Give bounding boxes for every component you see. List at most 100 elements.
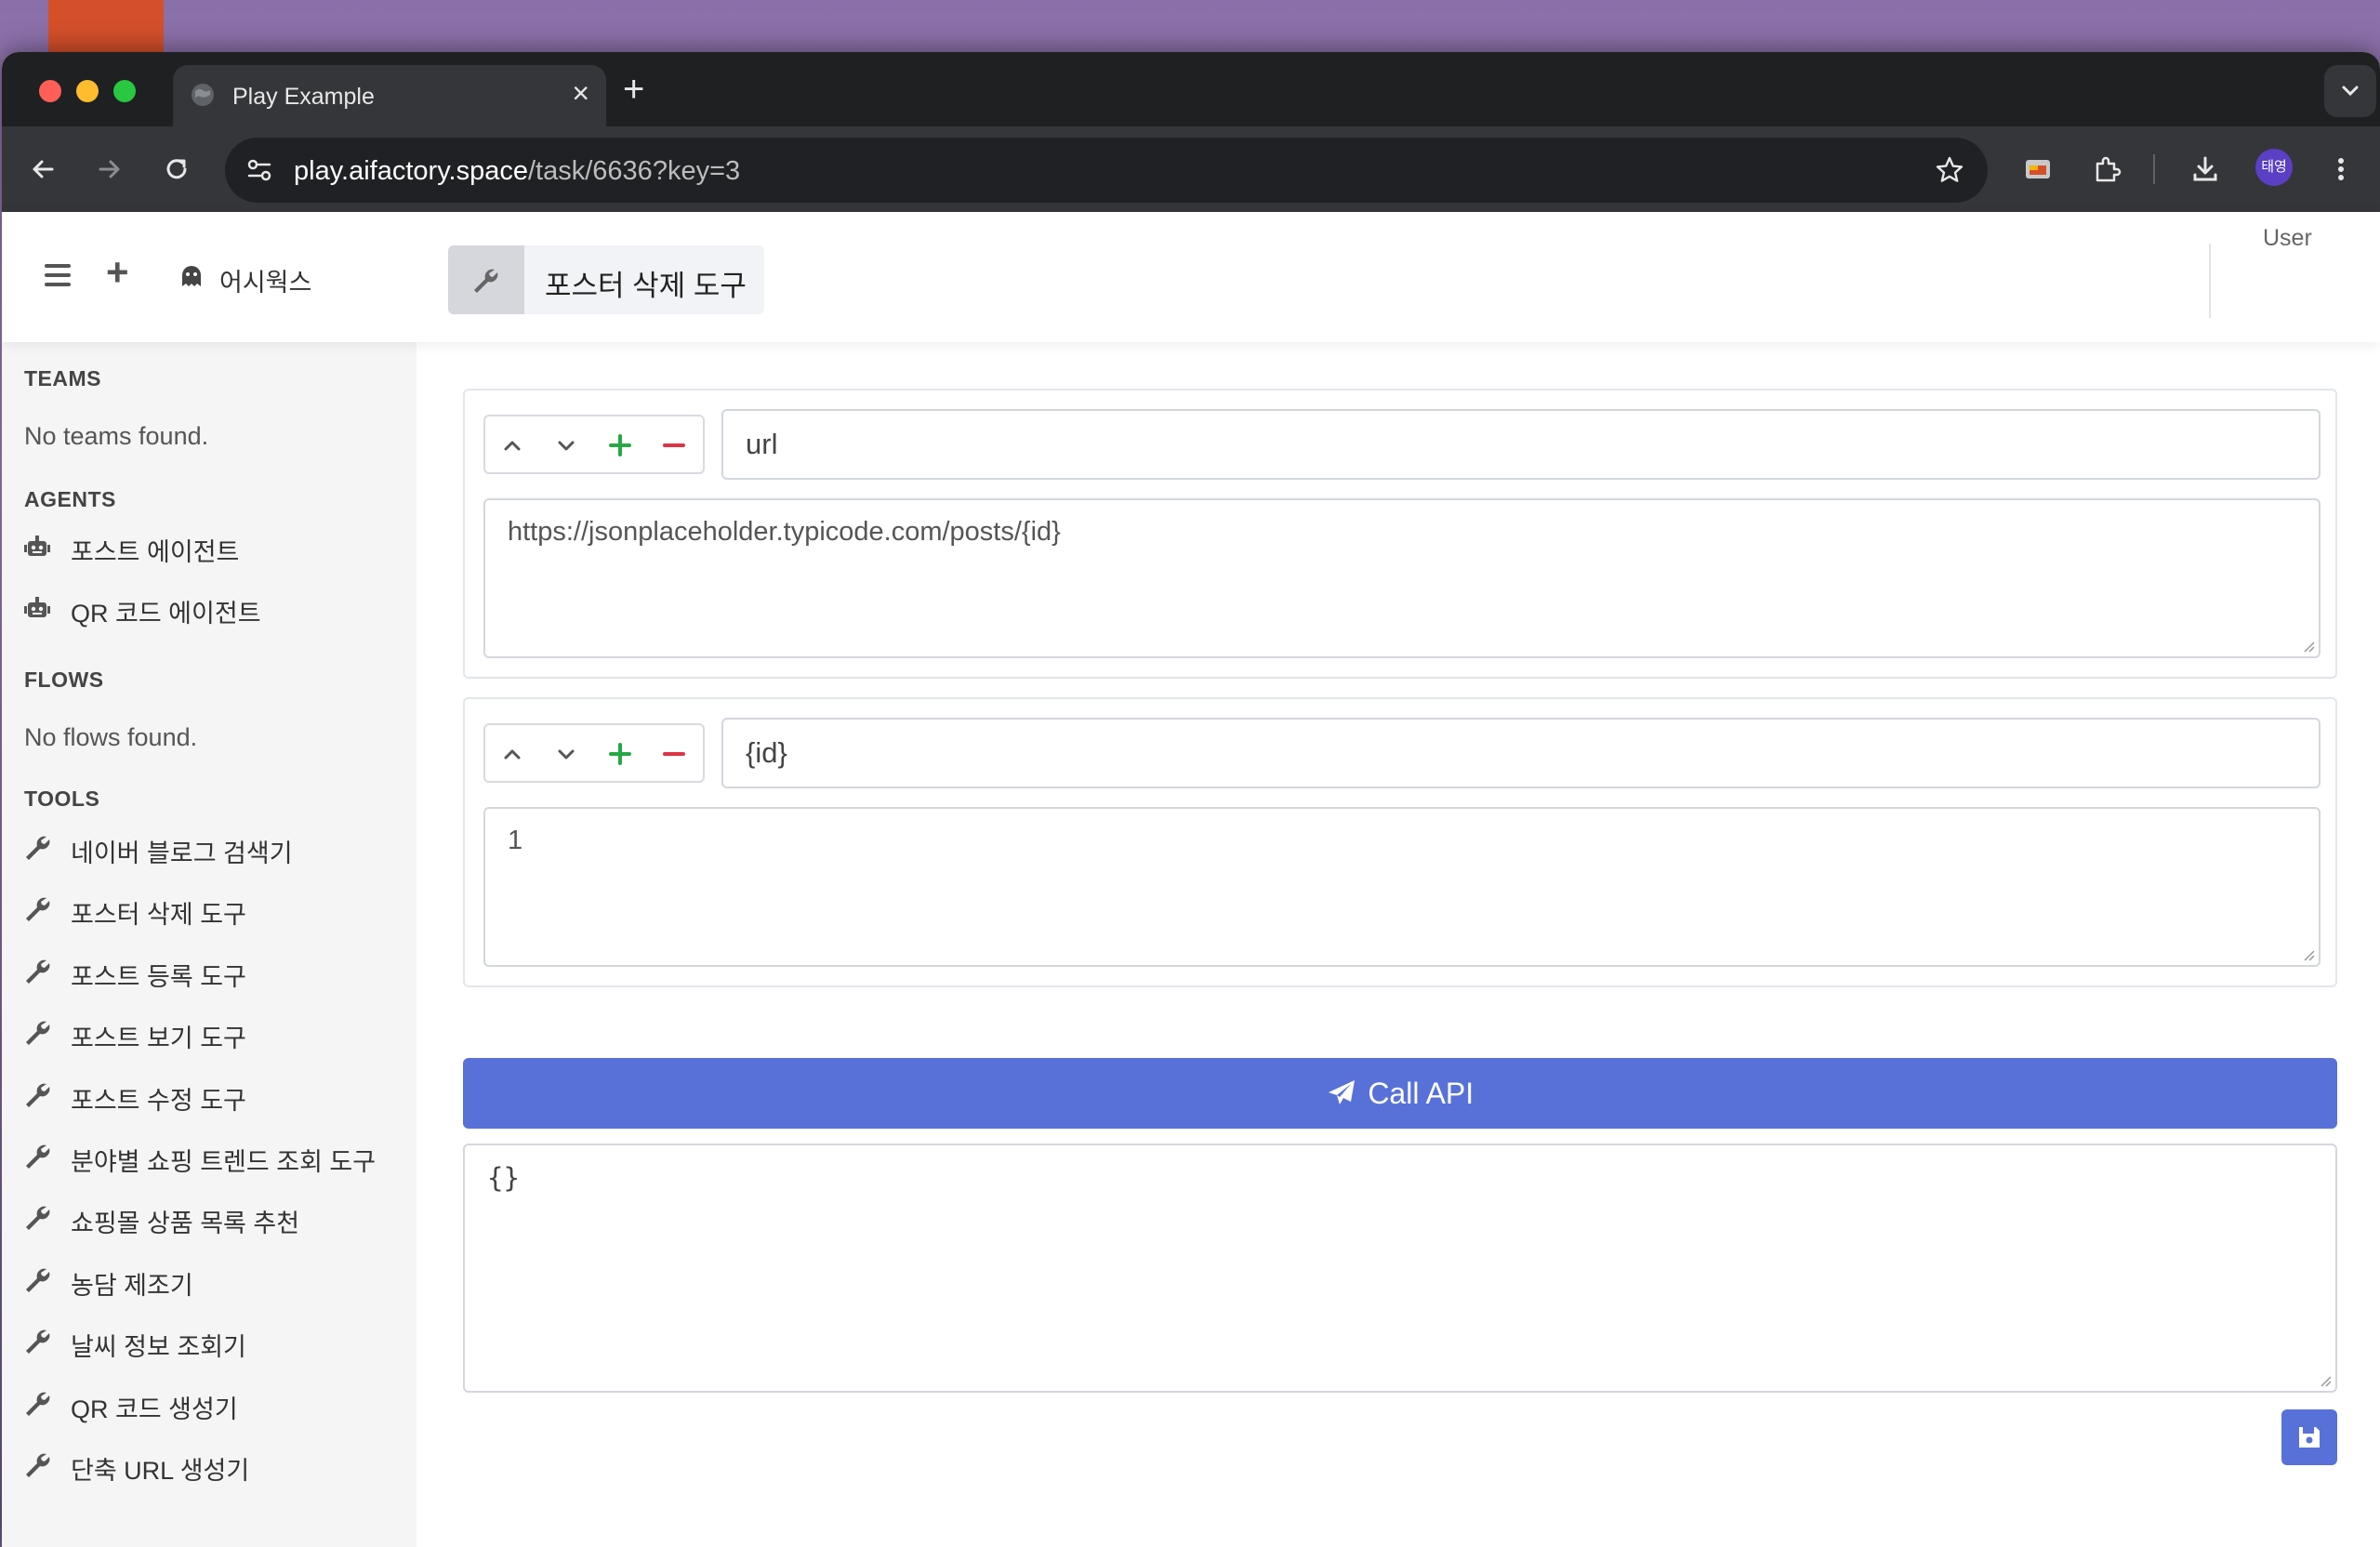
call-api-button[interactable]: Call API: [463, 1058, 2337, 1129]
close-window-button[interactable]: [39, 80, 61, 102]
wrench-icon: [474, 269, 498, 293]
add-button[interactable]: +: [106, 253, 129, 292]
response-output[interactable]: {}: [463, 1144, 2337, 1393]
move-up-icon[interactable]: [498, 740, 526, 768]
url-text: play.aifactory.space/task/6636?key=3: [294, 156, 740, 187]
tab-title: Play Example: [232, 84, 375, 110]
extensions-puzzle-icon[interactable]: [2090, 152, 2123, 186]
wrench-icon: [22, 1265, 52, 1295]
reload-icon[interactable]: [160, 152, 193, 186]
param-value-textarea[interactable]: 1: [483, 807, 2320, 967]
workspace-name[interactable]: 어시웍스: [219, 262, 311, 298]
url-path: /task/6636?key=3: [528, 156, 741, 186]
maximize-window-button[interactable]: [113, 80, 136, 102]
agents-section-title: AGENTS: [24, 487, 116, 511]
sidebar-item-label: QR 코드 생성기: [71, 1395, 238, 1423]
wrench-icon: [22, 1142, 52, 1171]
address-bar[interactable]: play.aifactory.space/task/6636?key=3: [225, 138, 1988, 203]
teams-empty-text: No teams found.: [24, 422, 209, 450]
page-title-text: 포스터 삭제 도구: [545, 270, 747, 302]
sidebar-item-tool[interactable]: 농담 제조기: [22, 1262, 394, 1300]
sidebar-item-label: 네이버 블로그 검색기: [71, 840, 293, 867]
sidebar-item-tool[interactable]: 날씨 정보 조회기: [22, 1323, 394, 1361]
param-value-text: 1: [508, 826, 523, 855]
resize-grip-icon[interactable]: [2302, 948, 2315, 961]
sidebar-item-tool[interactable]: 포스트 등록 도구: [22, 953, 394, 991]
sidebar-item-tool[interactable]: 포스터 삭제 도구: [22, 891, 394, 930]
wrench-icon: [22, 1203, 52, 1233]
back-arrow-icon[interactable]: [26, 152, 60, 186]
resize-grip-icon[interactable]: [2319, 1374, 2332, 1387]
sidebar-item-label: 포스터 삭제 도구: [71, 901, 246, 930]
tools-section-title: TOOLS: [24, 787, 100, 811]
bookmark-star-icon[interactable]: [1934, 154, 1965, 186]
desktop-background-window: [48, 0, 164, 52]
close-tab-icon[interactable]: ×: [572, 78, 589, 108]
paper-plane-icon: [1328, 1080, 1355, 1104]
minimize-window-button[interactable]: [76, 80, 99, 102]
sidebar-item-tool[interactable]: 쇼핑몰 상품 목록 추천: [22, 1199, 394, 1237]
call-api-label: Call API: [1368, 1077, 1474, 1110]
more-menu-icon[interactable]: [2324, 152, 2358, 186]
sidebar-item-label: QR 코드 에이전트: [71, 600, 261, 628]
param-controls: [483, 415, 705, 474]
tab-search-button[interactable]: [2324, 65, 2376, 117]
resize-grip-icon[interactable]: [2302, 640, 2315, 653]
param-key-value: {id}: [746, 736, 787, 769]
robot-icon: [22, 593, 52, 623]
sidebar-item-label: 단축 URL 생성기: [71, 1457, 250, 1485]
response-text: {}: [487, 1162, 520, 1194]
app-header: + 어시웍스 포스터 삭제 도구 User: [2, 212, 2380, 342]
new-tab-button[interactable]: +: [623, 71, 644, 108]
wrench-icon: [22, 1389, 52, 1419]
sidebar-item-label: 포스트 수정 도구: [71, 1086, 246, 1115]
site-settings-icon[interactable]: [244, 154, 275, 186]
flows-empty-text: No flows found.: [24, 723, 198, 751]
sidebar-item-tool[interactable]: 포스트 수정 도구: [22, 1077, 394, 1115]
param-key-input[interactable]: {id}: [721, 718, 2320, 788]
title-icon-box: [448, 245, 524, 314]
sidebar-item-tool[interactable]: 포스트 보기 도구: [22, 1014, 394, 1053]
menu-icon[interactable]: [45, 264, 71, 286]
sidebar-item-label: 포스트 에이전트: [71, 538, 240, 566]
user-label[interactable]: User: [2263, 225, 2312, 252]
sidebar-item-tool[interactable]: 분야별 쇼핑 트렌드 조회 도구: [22, 1138, 394, 1176]
sidebar-item-agent[interactable]: 포스트 에이전트: [22, 528, 394, 566]
sidebar-item-tool[interactable]: 네이버 블로그 검색기: [22, 829, 394, 867]
wrench-icon: [22, 833, 52, 863]
move-up-icon[interactable]: [498, 431, 526, 459]
wrench-icon: [22, 1327, 52, 1356]
header-divider: [2209, 244, 2211, 318]
sidebar-item-label: 농담 제조기: [71, 1271, 193, 1300]
save-button[interactable]: [2281, 1409, 2337, 1465]
wrench-icon: [22, 894, 52, 924]
sidebar-item-label: 분야별 쇼핑 트렌드 조회 도구: [71, 1148, 377, 1176]
app-root: + 어시웍스 포스터 삭제 도구 User TEAMS No teams fou…: [2, 212, 2380, 1547]
download-icon[interactable]: [2188, 152, 2222, 186]
profile-avatar[interactable]: 태영: [2255, 149, 2293, 186]
flows-section-title: FLOWS: [24, 668, 104, 692]
floppy-disk-icon: [2299, 1427, 2320, 1448]
param-value-text: https://jsonplaceholder.typicode.com/pos…: [508, 517, 1061, 547]
add-param-icon[interactable]: [606, 740, 634, 768]
sidebar-item-tool[interactable]: 단축 URL 생성기: [22, 1447, 394, 1485]
sidebar-item-tool[interactable]: QR 코드 생성기: [22, 1385, 394, 1423]
remove-param-icon[interactable]: [660, 740, 688, 768]
move-down-icon[interactable]: [552, 740, 580, 768]
move-down-icon[interactable]: [552, 431, 580, 459]
sidebar-item-label: 포스트 보기 도구: [71, 1025, 246, 1053]
add-param-icon[interactable]: [606, 431, 634, 459]
extension-app-icon[interactable]: [2021, 152, 2055, 186]
param-controls: [483, 723, 705, 783]
forward-arrow-icon[interactable]: [93, 152, 126, 186]
sidebar-item-agent[interactable]: QR 코드 에이전트: [22, 589, 394, 628]
param-key-input[interactable]: url: [721, 409, 2320, 480]
param-value-textarea[interactable]: https://jsonplaceholder.typicode.com/pos…: [483, 498, 2320, 658]
remove-param-icon[interactable]: [660, 431, 688, 459]
chevron-down-icon: [2342, 86, 2359, 97]
sidebar-item-label: 포스트 등록 도구: [71, 962, 246, 991]
url-host: play.aifactory.space: [294, 156, 528, 186]
browser-tab[interactable]: Play Example ×: [173, 65, 606, 126]
ghost-icon: [182, 266, 201, 286]
wrench-icon: [22, 1018, 52, 1048]
